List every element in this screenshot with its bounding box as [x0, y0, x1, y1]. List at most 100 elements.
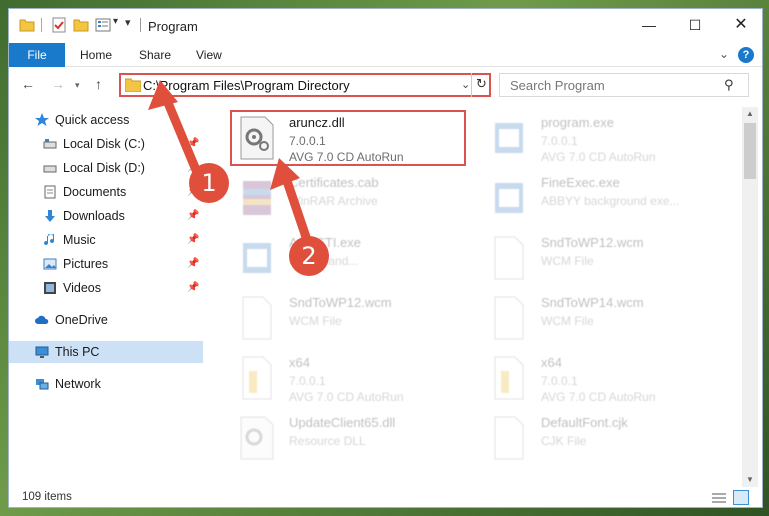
- search-icon[interactable]: ⚲: [724, 77, 734, 93]
- forward-arrow-icon[interactable]: →: [51, 76, 65, 92]
- scrollbar-thumb[interactable]: [744, 123, 756, 179]
- sidebar-item-music[interactable]: Music 📌: [9, 229, 203, 251]
- minimize-button[interactable]: —: [626, 9, 672, 41]
- file-icon: [494, 416, 524, 460]
- music-icon: [44, 234, 55, 246]
- expand-ribbon-chevron-icon[interactable]: ⌄: [719, 47, 729, 61]
- folder-file-icon: [494, 356, 524, 400]
- file-tile-updateclient65-dll[interactable]: UpdateClient65.dll Resource DLL: [229, 411, 469, 467]
- refresh-icon[interactable]: ↻: [471, 73, 491, 97]
- address-bar[interactable]: C:\Program Files\Program Directory ⌄ ↻: [119, 73, 491, 97]
- folder-file-icon: [242, 356, 272, 400]
- dll-gear-icon: [240, 416, 274, 460]
- highlight-box: [230, 110, 466, 166]
- file-name: x64: [541, 355, 562, 370]
- item-count: 109 items: [22, 491, 72, 503]
- help-icon[interactable]: ?: [738, 47, 754, 63]
- scroll-down-arrow-icon[interactable]: ▼: [746, 475, 754, 484]
- file-name: Certificates.cab: [289, 175, 379, 190]
- pin-icon[interactable]: 📌: [187, 229, 199, 251]
- vertical-scrollbar[interactable]: ▲ ▼: [742, 107, 758, 487]
- file-version: 7.0.0.1: [541, 374, 578, 388]
- maximize-button[interactable]: ☐: [672, 9, 718, 41]
- file-tile-program-exe[interactable]: program.exe 7.0.0.1 AVG 7.0 CD AutoRun: [481, 111, 721, 167]
- sidebar-item-label: Local Disk (D:): [63, 161, 145, 175]
- sidebar-item-onedrive[interactable]: OneDrive: [9, 309, 203, 331]
- quick-access-down-arrow-icon[interactable]: ▾: [125, 16, 131, 29]
- file-tile-sndtowp12-wcm[interactable]: SndToWP12.wcm WCM File: [481, 231, 721, 287]
- file-type: CJK File: [541, 434, 587, 448]
- search-input[interactable]: Search Program: [510, 78, 605, 93]
- folder-icon: [125, 78, 141, 92]
- step-badge-1: 1: [189, 163, 229, 203]
- window-title: Program: [148, 19, 198, 34]
- pin-icon[interactable]: 📌: [187, 277, 199, 299]
- close-button[interactable]: ✕: [718, 9, 762, 41]
- file-tile-avststi-exe[interactable]: AvStSTI.exe event hand...: [229, 231, 469, 287]
- address-dropdown-icon[interactable]: ⌄: [461, 78, 470, 91]
- drive-icon: [43, 139, 57, 149]
- file-tile-certificates-cab[interactable]: Certificates.cab WinRAR Archive: [229, 171, 469, 227]
- cloud-icon: [35, 315, 49, 324]
- navigation-bar: ← → ▾ ↑ C:\Program Files\Program Directo…: [9, 71, 762, 101]
- sidebar-item-this-pc[interactable]: This PC: [9, 341, 203, 363]
- new-folder-icon[interactable]: [73, 17, 89, 33]
- download-icon: [45, 210, 55, 222]
- tiles-view-icon[interactable]: [733, 490, 749, 505]
- file-tile-defaultfont-cjk[interactable]: DefaultFont.cjk CJK File: [481, 411, 721, 467]
- file-tile-x64[interactable]: x64 7.0.0.1 AVG 7.0 CD AutoRun: [481, 351, 721, 407]
- file-name: FineExec.exe: [541, 175, 620, 190]
- sidebar-item-label: This PC: [55, 345, 100, 359]
- file-description: AVG 7.0 CD AutoRun: [289, 390, 404, 404]
- tab-home[interactable]: Home: [80, 43, 112, 67]
- drive-icon: [43, 165, 57, 173]
- sidebar-item-network[interactable]: Network: [9, 373, 203, 395]
- properties-check-icon[interactable]: [51, 17, 67, 33]
- address-path[interactable]: C:\Program Files\Program Directory: [143, 78, 350, 93]
- properties-icon[interactable]: [95, 17, 111, 33]
- tab-view[interactable]: View: [196, 43, 222, 67]
- file-tile-x64[interactable]: x64 7.0.0.1 AVG 7.0 CD AutoRun: [229, 351, 469, 407]
- archive-icon: [243, 181, 271, 215]
- status-bar: 109 items: [9, 487, 762, 507]
- file-icon: [242, 296, 272, 340]
- sidebar-item-downloads[interactable]: Downloads 📌: [9, 205, 203, 227]
- customize-dropdown-icon[interactable]: ▾: [113, 16, 118, 27]
- documents-icon: [44, 185, 56, 199]
- computer-icon: [35, 346, 49, 358]
- file-tile-sndtowp12-wcm[interactable]: SndToWP12.wcm WCM File: [229, 291, 469, 347]
- pin-icon[interactable]: 📌: [187, 133, 199, 155]
- sidebar-item-label: OneDrive: [55, 313, 108, 327]
- details-view-icon[interactable]: [712, 492, 726, 504]
- file-tile-fineexec-exe[interactable]: FineExec.exe ABBYY background exe...: [481, 171, 721, 227]
- folder-icon[interactable]: [19, 17, 35, 33]
- search-box[interactable]: Search Program ⚲: [499, 73, 749, 97]
- file-version: 7.0.0.1: [289, 374, 326, 388]
- recent-locations-chevron-icon[interactable]: ▾: [75, 80, 80, 91]
- file-type: WCM File: [541, 254, 594, 268]
- sidebar-item-quick-access[interactable]: Quick access: [9, 109, 203, 131]
- sidebar-item-local-disk-d[interactable]: Local Disk (D:) 📌: [9, 157, 203, 179]
- up-arrow-icon[interactable]: ↑: [95, 76, 102, 92]
- step-badge-2: 2: [289, 236, 329, 276]
- sidebar-item-label: Pictures: [63, 257, 109, 271]
- pin-icon[interactable]: 📌: [187, 205, 199, 227]
- exe-icon: [495, 123, 523, 153]
- tab-share[interactable]: Share: [139, 43, 171, 67]
- sidebar-item-local-disk-c[interactable]: Local Disk (C:) 📌: [9, 133, 203, 155]
- back-arrow-icon[interactable]: ←: [21, 76, 35, 92]
- star-icon: [35, 113, 49, 126]
- sidebar-item-documents[interactable]: Documents 📌: [9, 181, 203, 203]
- pictures-icon: [43, 258, 57, 270]
- file-type: WCM File: [541, 314, 594, 328]
- file-name: SndToWP14.wcm: [541, 295, 644, 310]
- pin-icon[interactable]: 📌: [187, 253, 199, 275]
- sidebar-item-pictures[interactable]: Pictures 📌: [9, 253, 203, 275]
- exe-icon: [243, 243, 271, 273]
- scroll-up-arrow-icon[interactable]: ▲: [746, 109, 754, 118]
- title-separator: [140, 18, 141, 32]
- tab-file[interactable]: File: [9, 43, 65, 67]
- file-tile-sndtowp14-wcm[interactable]: SndToWP14.wcm WCM File: [481, 291, 721, 347]
- navigation-pane: Quick access Local Disk (C:) 📌 Local Dis…: [9, 107, 205, 487]
- sidebar-item-videos[interactable]: Videos 📌: [9, 277, 203, 299]
